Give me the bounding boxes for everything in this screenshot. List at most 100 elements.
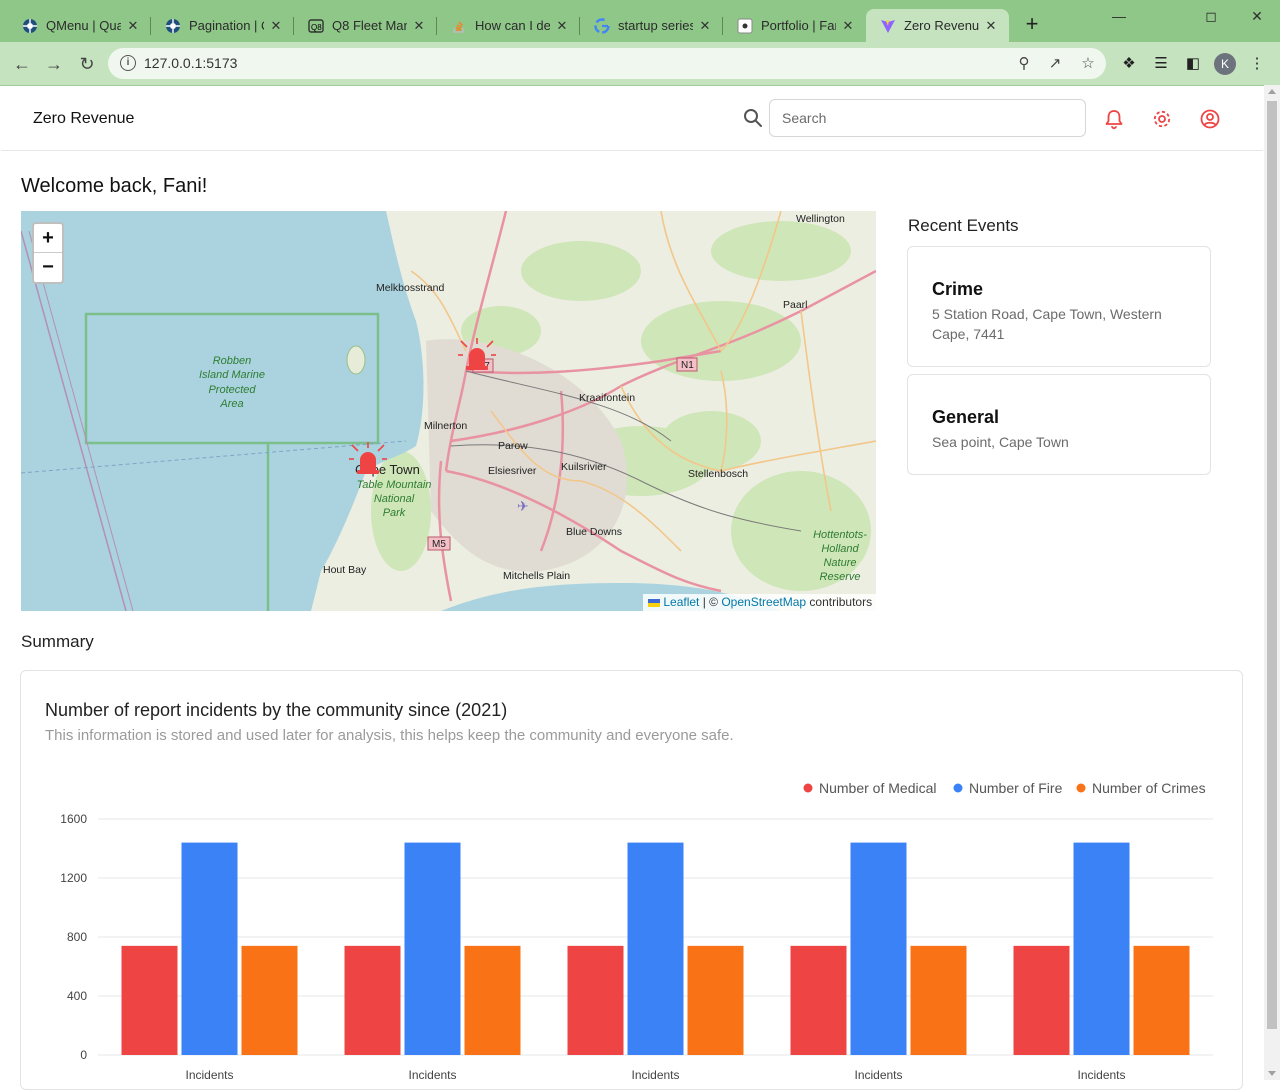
extensions-puzzle-icon[interactable]: ❖ <box>1119 54 1139 74</box>
legend-marker <box>953 783 963 793</box>
map-label-kraaifontein: Kraaifontein <box>579 392 635 404</box>
browser-tab[interactable]: Portfolio | Fan ✕ <box>723 9 866 42</box>
x-tick-label: Incidents <box>631 1068 679 1080</box>
bell-icon[interactable] <box>1103 108 1125 130</box>
ukraine-flag-icon <box>648 598 660 607</box>
welcome-message: Welcome back, Fani! <box>21 175 208 197</box>
tab-close-icon[interactable]: ✕ <box>697 18 713 34</box>
location-pin-icon[interactable]: ⚲ <box>1014 54 1034 74</box>
bar-number-of-crimes <box>1133 945 1190 1055</box>
browser-tab[interactable]: QMenu | Quas ✕ <box>8 9 151 42</box>
bar-number-of-crimes <box>464 945 521 1055</box>
minimize-window-button[interactable]: — <box>1096 6 1142 26</box>
attribution-separator: | © <box>699 595 722 609</box>
address-url[interactable]: 127.0.0.1:5173 <box>144 55 237 71</box>
recent-events-title: Recent Events <box>908 216 1019 235</box>
park-label-hottentots-1: Hottentots- <box>813 529 867 541</box>
forward-arrow-icon[interactable]: → <box>41 51 67 77</box>
tab-title: QMenu | Quas <box>46 18 121 33</box>
scroll-up-arrow-icon[interactable] <box>1268 89 1276 94</box>
maximize-window-button[interactable]: ◻ <box>1188 6 1234 26</box>
attribution-suffix: contributors <box>806 595 873 609</box>
x-tick-label: Incidents <box>1077 1068 1125 1080</box>
tab-title: Portfolio | Fan <box>761 18 836 33</box>
user-circle-icon[interactable] <box>1199 108 1221 130</box>
page-scrollbar[interactable] <box>1264 85 1280 1080</box>
vite-icon <box>880 18 896 34</box>
browser-tab[interactable]: Q8 Q8 Fleet Mana ✕ <box>294 9 437 42</box>
tab-close-icon[interactable]: ✕ <box>983 18 999 34</box>
scrollbar-thumb[interactable] <box>1267 101 1277 1029</box>
fleet-icon: Q8 <box>308 18 324 34</box>
bar-number-of-medical <box>121 945 178 1055</box>
side-panel-icon[interactable]: ◧ <box>1183 54 1203 74</box>
map-road-m5: M5 <box>432 539 446 550</box>
stackoverflow-icon <box>451 18 467 34</box>
browser-tab[interactable]: Pagination | Q ✕ <box>151 9 294 42</box>
tab-close-icon[interactable]: ✕ <box>840 18 856 34</box>
map-label-paarl: Paarl <box>783 299 808 311</box>
map-label-wellington: Wellington <box>796 213 845 225</box>
event-card-general[interactable]: General Sea point, Cape Town <box>907 374 1211 475</box>
leaflet-link[interactable]: Leaflet <box>663 595 699 609</box>
scroll-down-arrow-icon[interactable] <box>1268 1071 1276 1076</box>
portfolio-icon <box>737 18 753 34</box>
browser-tab[interactable]: How can I dele ✕ <box>437 9 580 42</box>
search-input[interactable] <box>769 99 1086 137</box>
park-label-hottentots-2: Holland <box>821 543 859 555</box>
legend-label: Number of Crimes <box>1092 780 1206 796</box>
browser-tab[interactable]: startup series ✕ <box>580 9 723 42</box>
zoom-in-button[interactable]: + <box>34 224 62 253</box>
back-arrow-icon[interactable]: ← <box>9 51 35 77</box>
park-label-table-2: National <box>374 493 415 505</box>
bar-number-of-fire <box>850 842 907 1055</box>
tab-title: Pagination | Q <box>189 18 264 33</box>
media-control-icon[interactable]: ☰ <box>1151 54 1171 74</box>
close-window-button[interactable]: ✕ <box>1234 6 1280 26</box>
site-info-icon[interactable]: i <box>120 55 136 71</box>
tab-close-icon[interactable]: ✕ <box>554 18 570 34</box>
zoom-out-button[interactable]: − <box>34 253 62 282</box>
chart-subtitle: This information is stored and used late… <box>45 727 734 744</box>
app-header: Zero Revenue <box>1 86 1263 151</box>
map-label-hout-bay: Hout Bay <box>323 564 367 576</box>
incident-map[interactable]: ✈ N7 N1 M5 Wellington Melkbosstrand Paar… <box>21 211 876 611</box>
search-icon[interactable] <box>743 108 763 128</box>
map-tiles[interactable]: ✈ N7 N1 M5 Wellington Melkbosstrand Paar… <box>21 211 876 611</box>
event-type: General <box>932 407 1000 427</box>
browser-tab[interactable]: Zero Revenue ✕ <box>866 9 1009 42</box>
brand-title[interactable]: Zero Revenue <box>33 110 134 128</box>
new-tab-button[interactable]: + <box>1020 12 1044 38</box>
gear-icon[interactable] <box>1151 108 1173 130</box>
event-type: Crime <box>932 279 984 299</box>
y-tick-label: 1600 <box>60 812 87 826</box>
address-bar[interactable]: i 127.0.0.1:5173 ⚲ ↗ ☆ <box>108 48 1106 79</box>
park-label-table-3: Park <box>383 507 406 519</box>
park-label-robben-4: Area <box>219 398 243 410</box>
profile-avatar[interactable]: K <box>1214 53 1236 75</box>
map-zoom-control: + − <box>32 222 64 284</box>
tab-title: Zero Revenue <box>904 18 979 33</box>
openstreetmap-link[interactable]: OpenStreetMap <box>721 595 806 609</box>
y-tick-label: 800 <box>67 930 87 944</box>
tab-title: Q8 Fleet Mana <box>332 18 407 33</box>
tab-close-icon[interactable]: ✕ <box>125 18 141 34</box>
incidents-bar-chart: 0 400 800 1200 1600 Incidents Incidents Inciden… <box>60 780 1213 1080</box>
tab-close-icon[interactable]: ✕ <box>411 18 427 34</box>
legend-label: Number of Medical <box>819 780 937 796</box>
map-road-n1: N1 <box>681 360 694 371</box>
share-icon[interactable]: ↗ <box>1045 54 1065 74</box>
park-label-table-1: Table Mountain <box>357 479 432 491</box>
park-label-robben-2: Island Marine <box>199 369 265 381</box>
browser-toolbar: ← → ↻ i 127.0.0.1:5173 ⚲ ↗ ☆ ❖ ☰ ◧ K ⋮ <box>0 42 1280 85</box>
event-card-crime[interactable]: Crime 5 Station Road, Cape Town, Western… <box>907 246 1211 367</box>
browser-menu-icon[interactable]: ⋮ <box>1247 54 1267 74</box>
map-label-elsiesriver: Elsiesriver <box>488 465 537 477</box>
bar-number-of-fire <box>627 842 684 1055</box>
bar-number-of-crimes <box>241 945 298 1055</box>
x-tick-label: Incidents <box>408 1068 456 1080</box>
map-label-mitchells-plain: Mitchells Plain <box>503 570 570 582</box>
tab-close-icon[interactable]: ✕ <box>268 18 284 34</box>
bookmark-star-icon[interactable]: ☆ <box>1078 54 1098 74</box>
reload-icon[interactable]: ↻ <box>74 51 100 77</box>
